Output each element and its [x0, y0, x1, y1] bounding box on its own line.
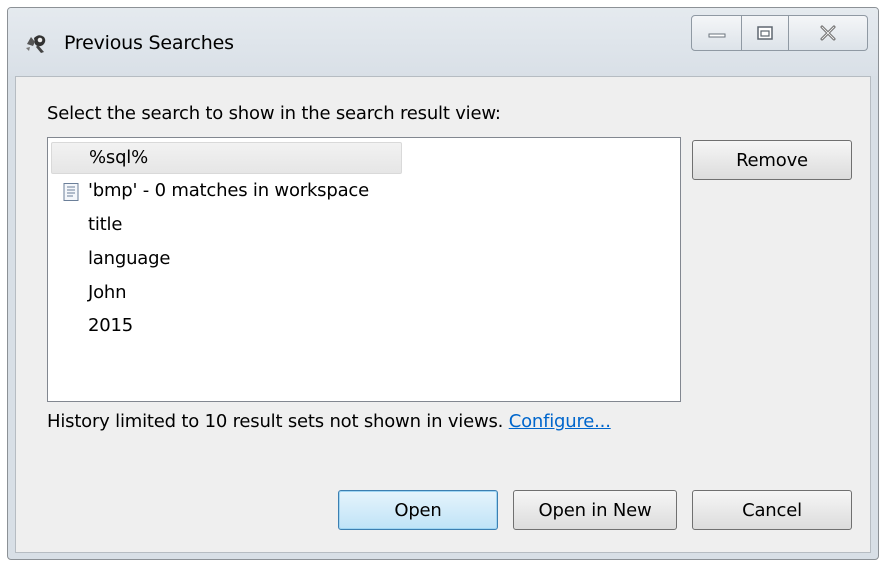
close-button[interactable] — [789, 15, 868, 51]
list-item[interactable]: John — [48, 277, 398, 309]
open-in-new-button[interactable]: Open in New — [513, 490, 677, 530]
configure-link[interactable]: Configure... — [509, 411, 611, 432]
minimize-icon — [708, 33, 725, 38]
history-note-text: History limited to 10 result sets not sh… — [47, 411, 504, 432]
search-history-list[interactable]: %sql% 'bmp' - 0 matches in workspace tit… — [47, 137, 681, 402]
list-item-label: 'bmp' - 0 matches in workspace — [88, 180, 369, 201]
instruction-label: Select the search to show in the search … — [47, 103, 501, 124]
document-icon — [63, 183, 79, 201]
search-app-icon — [26, 35, 46, 53]
remove-button[interactable]: Remove — [692, 140, 852, 180]
list-item-label: language — [88, 248, 171, 269]
minimize-button[interactable] — [691, 15, 742, 51]
open-button[interactable]: Open — [338, 490, 498, 530]
list-item-label: 2015 — [88, 315, 134, 336]
history-note: History limited to 10 result sets not sh… — [47, 411, 611, 432]
list-item[interactable]: 'bmp' - 0 matches in workspace — [48, 175, 398, 207]
maximize-button[interactable] — [742, 15, 789, 51]
list-item[interactable]: %sql% — [51, 142, 402, 174]
list-item[interactable]: 2015 — [48, 310, 398, 342]
list-item[interactable]: language — [48, 243, 398, 275]
list-item-label: John — [88, 282, 127, 303]
cancel-button[interactable]: Cancel — [692, 490, 852, 530]
window-title: Previous Searches — [64, 32, 234, 54]
list-item[interactable]: title — [48, 209, 398, 241]
previous-searches-window: Previous Searches Select the search to s… — [7, 7, 879, 560]
title-bar[interactable]: Previous Searches — [8, 8, 878, 76]
caption-buttons — [691, 15, 868, 51]
list-item-label: title — [88, 214, 123, 235]
close-icon — [820, 25, 836, 41]
maximize-icon — [757, 26, 773, 40]
dialog-body: Select the search to show in the search … — [15, 76, 871, 553]
list-item-label: %sql% — [89, 147, 149, 168]
